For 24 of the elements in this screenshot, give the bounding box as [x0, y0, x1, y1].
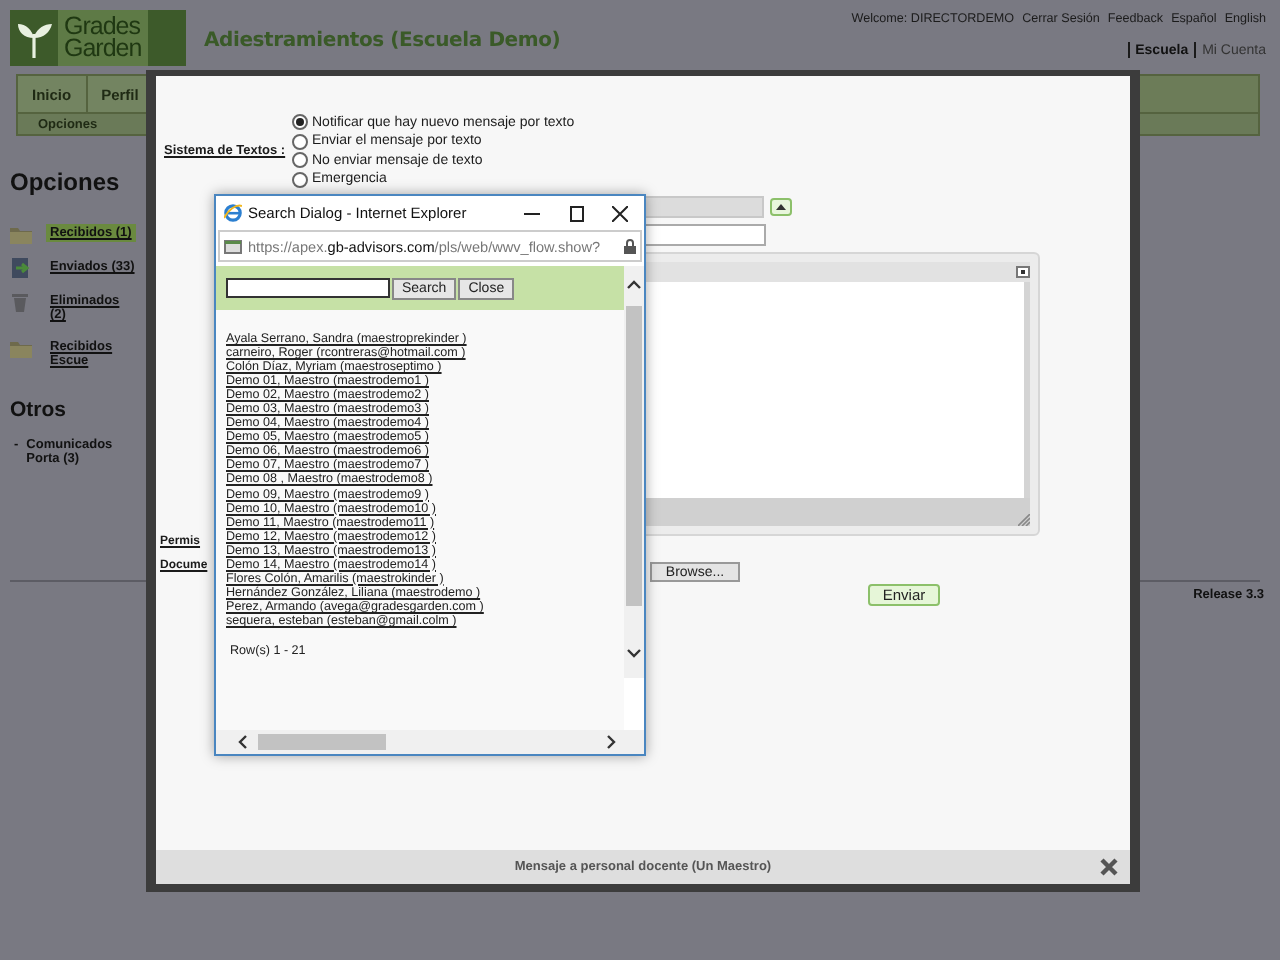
up-triangle-icon: [776, 203, 786, 209]
trash-icon: [10, 292, 32, 312]
logo-text: Grades: [64, 16, 140, 38]
page-title: Adiestramientos (Escuela Demo): [204, 30, 561, 56]
radio-button[interactable]: [292, 152, 308, 168]
section-heading: Otros: [10, 398, 69, 422]
page-icon: [224, 239, 242, 253]
toolbar-toggle-icon: [1016, 265, 1030, 277]
close-icon[interactable]: [612, 205, 628, 221]
sent-mail-icon: [10, 258, 32, 278]
radio-button[interactable]: [292, 171, 308, 187]
folder-icon: [10, 224, 32, 244]
radio-button[interactable]: [292, 133, 308, 149]
search-field[interactable]: [226, 278, 390, 298]
browser-icon: [224, 204, 242, 222]
folder-icon: [10, 338, 32, 358]
plant-icon: [16, 18, 52, 58]
radio-button[interactable]: [292, 114, 308, 130]
maximize-icon[interactable]: [568, 205, 584, 221]
lock-icon: [624, 238, 636, 254]
expand-button[interactable]: [770, 197, 792, 215]
section-heading: Opciones: [10, 168, 122, 196]
logo-text: Garden: [64, 38, 142, 60]
resize-grip-icon: [1018, 513, 1030, 525]
